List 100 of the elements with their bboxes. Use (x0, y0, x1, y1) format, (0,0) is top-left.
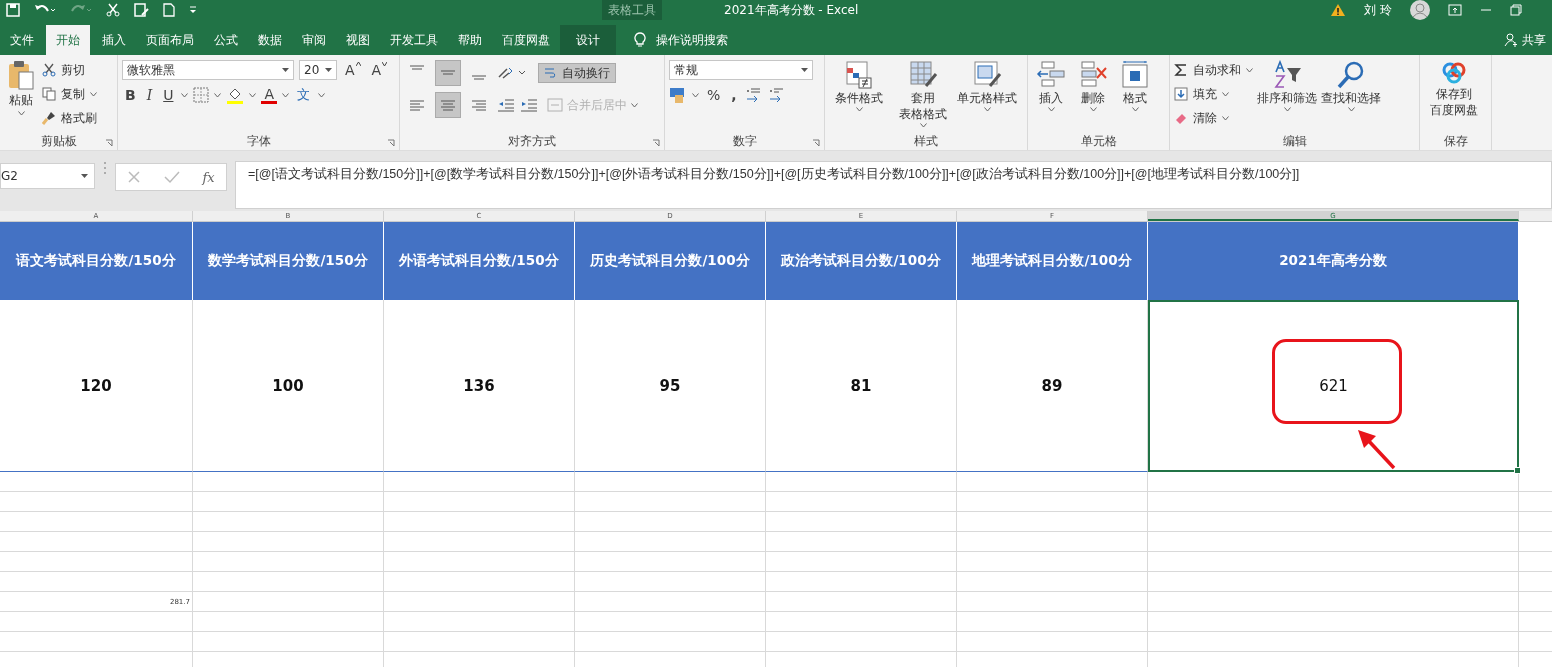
ribbon-tab[interactable]: 数据 (248, 25, 292, 55)
text-orientation-icon[interactable] (497, 65, 527, 81)
tell-me-search[interactable]: 操作说明搜索 (656, 31, 728, 49)
person-add-icon (1504, 33, 1518, 47)
caret-icon (855, 107, 863, 112)
ribbon-tab[interactable]: 开发工具 (380, 25, 448, 55)
cells-button[interactable]: 删除 (1074, 60, 1112, 112)
borders-icon[interactable] (193, 87, 210, 103)
dialog-launcher-icon[interactable] (387, 139, 395, 147)
ribbon-tab[interactable]: 插入 (92, 25, 136, 55)
dialog-launcher-icon[interactable] (105, 139, 113, 147)
caret-icon (692, 92, 699, 98)
table-header-cell: 数学考试科目分数/150分 (193, 222, 384, 300)
wrap-text-button[interactable]: 自动换行 (538, 63, 616, 83)
ribbon-display-icon[interactable] (1448, 4, 1462, 16)
editing-button[interactable]: 查找和选择 (1321, 60, 1381, 112)
insert-function-button[interactable]: fx (202, 169, 215, 185)
style-button[interactable]: 条件格式 (829, 60, 889, 112)
comma-button[interactable]: , (728, 87, 740, 103)
table-header-cell: 语文考试科目分数/150分 (0, 222, 193, 300)
editing-button[interactable]: 自动求和 (1174, 60, 1253, 80)
conditional-format-icon (844, 60, 874, 90)
minimize-icon[interactable] (1480, 9, 1492, 11)
group-label: 字体 (246, 133, 271, 150)
print-preview-icon[interactable] (134, 3, 149, 17)
paste-button[interactable]: 粘贴 (4, 60, 38, 116)
cut-button[interactable]: 剪切 (42, 60, 97, 80)
grow-font-button[interactable]: A (342, 62, 364, 78)
bold-button[interactable]: B (122, 87, 139, 103)
clipboard-icon (8, 60, 34, 90)
editing-button[interactable]: 排序和筛选 (1257, 60, 1317, 112)
scissors-icon[interactable] (106, 3, 120, 17)
cells-button[interactable]: 插入 (1032, 60, 1070, 112)
save-to-cloud-button[interactable]: 保存到 百度网盘 (1424, 60, 1484, 118)
fill-color-icon[interactable] (226, 86, 245, 104)
ribbon-tab[interactable]: 视图 (336, 25, 380, 55)
ribbon-tab[interactable]: 公式 (204, 25, 248, 55)
caret-icon (1246, 67, 1253, 73)
style-button[interactable]: 套用 表格格式 (893, 60, 953, 128)
increase-indent-icon[interactable] (520, 97, 538, 113)
caret-icon (919, 123, 927, 128)
new-document-icon[interactable] (163, 3, 175, 17)
format-painter-button[interactable]: 格式刷 (42, 108, 97, 128)
table-header-cell: 地理考试科目分数/100分 (957, 222, 1148, 300)
copy-button[interactable]: 复制 (42, 84, 97, 104)
customize-toolbar-icon[interactable] (189, 5, 197, 15)
decrease-indent-icon[interactable] (497, 97, 515, 113)
decrease-decimal-icon[interactable] (767, 86, 786, 104)
number-format-field[interactable]: 常规 (669, 60, 813, 80)
restore-icon[interactable] (1510, 4, 1522, 16)
currency-format-icon[interactable] (669, 86, 687, 104)
sigma-icon (1174, 63, 1188, 77)
caret-icon (1047, 107, 1055, 112)
font-color-button[interactable]: A (261, 86, 278, 104)
dialog-launcher-icon[interactable] (812, 139, 820, 147)
font-size-field[interactable]: 20 (299, 60, 337, 80)
cell-value: 621 (1319, 377, 1348, 395)
percent-button[interactable]: % (704, 87, 724, 103)
ribbon-tab[interactable]: 审阅 (292, 25, 336, 55)
window-title: 2021年高考分数 - Excel (724, 1, 859, 19)
share-button[interactable]: 共享 (1522, 31, 1546, 49)
name-box[interactable]: G2 (0, 163, 95, 189)
enter-check-icon[interactable] (163, 170, 180, 184)
font-name-field[interactable]: 微软雅黑 (122, 60, 294, 80)
caret-icon (1222, 91, 1229, 97)
shrink-font-button[interactable]: A (368, 62, 391, 78)
cells-button[interactable]: 格式 (1116, 60, 1154, 112)
caret-icon (325, 68, 332, 72)
ribbon-tab[interactable]: 页面布局 (136, 25, 204, 55)
up-caret-icon (355, 62, 361, 66)
cloud-rings-icon (1440, 60, 1468, 86)
phonetic-button[interactable]: 文 (294, 86, 314, 104)
ribbon-tab[interactable]: 百度网盘 (492, 25, 560, 55)
ribbon-tab[interactable]: 文件 (0, 25, 44, 55)
editing-button[interactable]: 清除 (1174, 108, 1253, 128)
delete-cells-icon (1078, 60, 1108, 90)
cell-brush-icon (972, 60, 1002, 90)
ribbon-tab[interactable]: 设计 (560, 25, 616, 55)
style-button[interactable]: 单元格样式 (957, 60, 1017, 112)
avatar-icon[interactable] (1410, 0, 1430, 20)
table-header-cell: 2021年高考分数 (1148, 222, 1519, 300)
underline-button[interactable]: U (160, 87, 177, 103)
caret-icon (1131, 107, 1139, 112)
group-label: 编辑 (1282, 133, 1307, 150)
increase-decimal-icon[interactable] (744, 86, 763, 104)
cell-value: 89 (1041, 376, 1063, 395)
formula-field[interactable]: =[@[语文考试科目分数/150分]]+[@[数学考试科目分数/150分]]+[@[外语考试科目分数/150分]]+[@[历史考试科目分数/100分]]+[@[政治考试科目分数/100分]]+[@[地理考试科目分数/100分]] (235, 161, 1552, 209)
wrap-text-icon (544, 66, 558, 80)
caret-icon (81, 174, 88, 178)
save-icon[interactable] (6, 3, 20, 17)
search-icon (1336, 60, 1366, 90)
editing-button[interactable]: 填充 (1174, 84, 1253, 104)
ribbon-tab[interactable]: 帮助 (448, 25, 492, 55)
dialog-launcher-icon[interactable] (652, 139, 660, 147)
fill-handle[interactable] (1514, 467, 1521, 474)
caret-icon (1222, 115, 1229, 121)
user-name[interactable]: 刘 玲 (1364, 1, 1392, 19)
ribbon-tab[interactable]: 开始 (46, 25, 90, 55)
italic-button[interactable]: I (143, 87, 156, 103)
caret-icon (983, 107, 991, 112)
